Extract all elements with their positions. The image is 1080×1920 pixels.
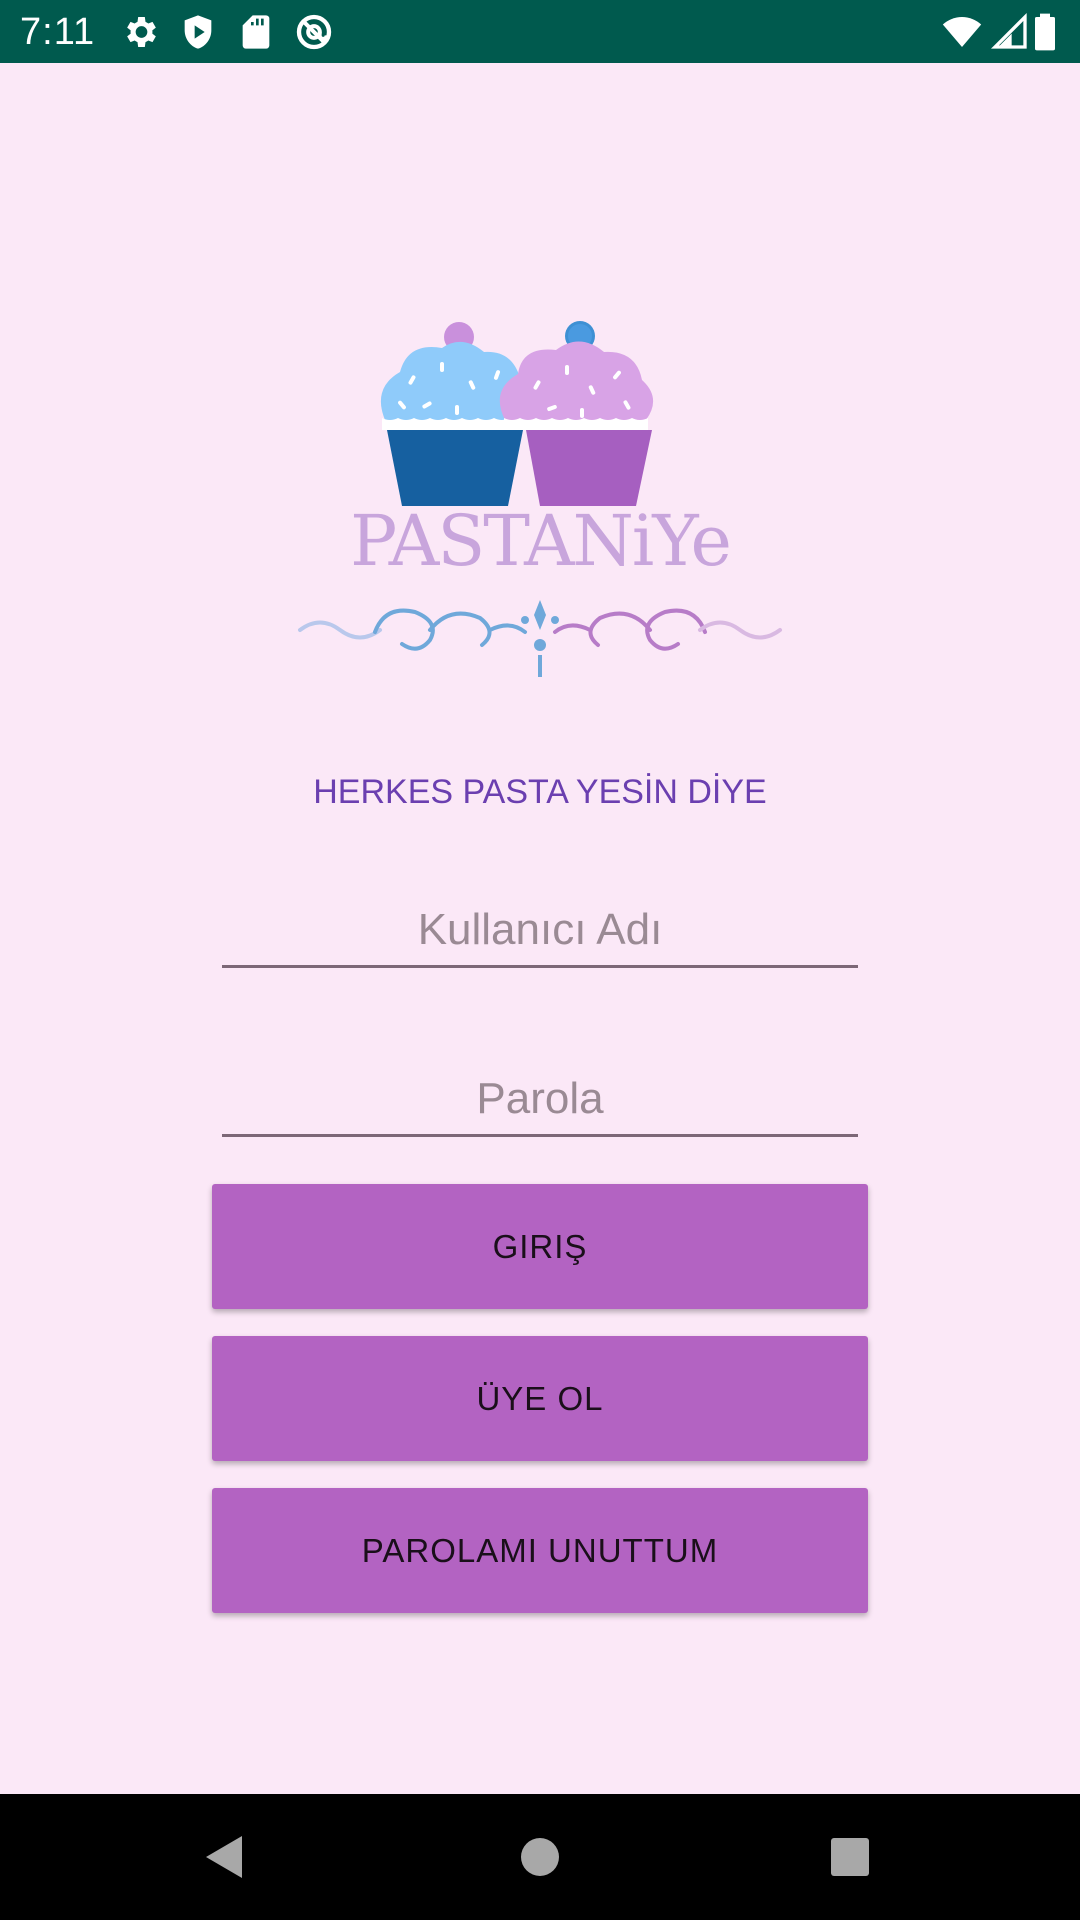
forgot-password-button[interactable]: PAROLAMI UNUTTUM: [212, 1488, 868, 1613]
gear-icon: [120, 12, 160, 52]
home-icon[interactable]: [505, 1822, 575, 1892]
register-button[interactable]: ÜYE OL: [212, 1336, 868, 1461]
sd-card-icon: [236, 12, 276, 52]
navigation-bar: [0, 1794, 1080, 1920]
shield-play-icon: [178, 12, 218, 52]
status-bar: 7:11: [0, 0, 1080, 63]
cellular-signal-icon: [990, 12, 1030, 52]
recents-icon[interactable]: [815, 1822, 885, 1892]
at-sign-icon: [294, 12, 334, 52]
back-icon[interactable]: [190, 1822, 260, 1892]
pastaniye-logo: PASTANiYe: [290, 300, 790, 700]
logo-text: PASTANiYe: [350, 500, 730, 582]
battery-icon: [1030, 12, 1060, 52]
status-time: 7:11: [20, 11, 96, 53]
login-button[interactable]: GIRIŞ: [212, 1184, 868, 1309]
wifi-icon: [942, 12, 982, 52]
password-input[interactable]: [222, 1064, 858, 1137]
tagline: HERKES PASTA YESİN DİYE: [313, 773, 767, 811]
username-input[interactable]: [222, 895, 858, 968]
